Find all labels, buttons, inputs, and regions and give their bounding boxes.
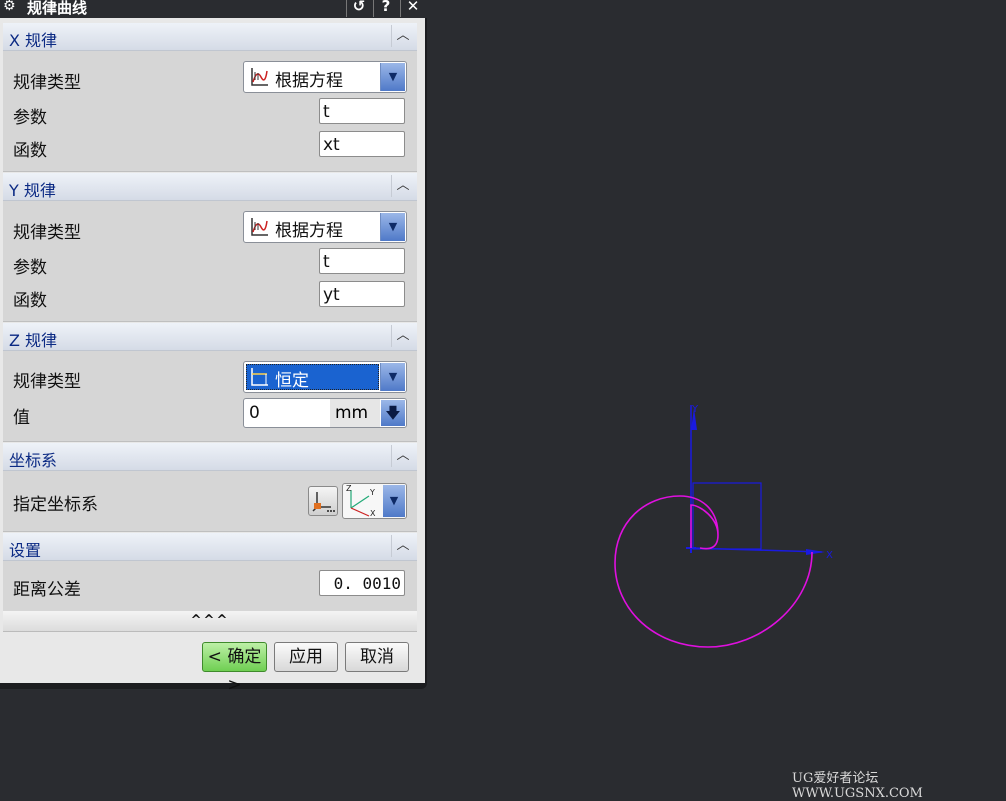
x-law-type-label: 规律类型 <box>13 73 81 93</box>
csys-triad-icon: Z Y X <box>346 484 376 518</box>
chevron-down-icon[interactable]: ▼ <box>380 63 405 91</box>
constant-law-icon <box>251 368 268 386</box>
section-z-law-header[interactable]: Z 规律 ︿ <box>3 323 417 351</box>
x-axis-label: X <box>826 550 833 561</box>
chevron-down-icon[interactable]: ▼ <box>380 213 405 241</box>
distance-tolerance-label: 距离公差 <box>13 580 81 600</box>
collapse-chevron-icon[interactable]: ︿ <box>391 25 414 47</box>
chevron-down-icon[interactable]: ▼ <box>380 363 405 391</box>
collapse-chevron-icon[interactable]: ︿ <box>391 325 414 347</box>
section-z-law-title: Z 规律 <box>9 331 58 350</box>
x-param-label: 参数 <box>13 108 47 128</box>
section-csys-header[interactable]: 坐标系 ︿ <box>3 443 417 471</box>
section-settings-title: 设置 <box>9 541 42 560</box>
section-settings-header[interactable]: 设置 ︿ <box>3 533 417 561</box>
section-y-law-body: 规律类型 根据方程 ▼ 参数 t 函数 yt <box>3 201 417 322</box>
section-csys-body: 指定坐标系 Z Y X ▼ <box>3 471 417 532</box>
z-value-label: 值 <box>13 408 30 428</box>
close-button[interactable]: ✕ <box>400 0 425 17</box>
section-csys-title: 坐标系 <box>9 451 58 470</box>
x-law-type-value: 根据方程 <box>275 71 343 91</box>
equation-law-icon <box>251 218 268 236</box>
ok-button[interactable]: < 确定 > <box>202 642 267 695</box>
z-law-type-label: 规律类型 <box>13 372 81 392</box>
x-func-input[interactable]: xt <box>319 131 405 157</box>
x-func-label: 函数 <box>13 141 47 161</box>
y-law-type-value: 根据方程 <box>275 221 343 241</box>
gear-icon[interactable]: ⚙ <box>3 0 16 14</box>
collapse-chevron-icon[interactable]: ︿ <box>391 445 414 467</box>
section-y-law-title: Y 规律 <box>9 181 56 200</box>
section-x-law-body: 规律类型 根据方程 ▼ 参数 t 函数 xt <box>3 51 417 172</box>
z-value-field[interactable]: 0 mm 🡇 <box>243 398 407 428</box>
y-func-input[interactable]: yt <box>319 281 405 307</box>
reset-button[interactable]: ↺ <box>346 0 371 17</box>
svg-text:Y: Y <box>369 488 375 497</box>
y-param-input[interactable]: t <box>319 248 405 274</box>
csys-dialog-icon <box>312 492 335 512</box>
x-law-type-select[interactable]: 根据方程 ▼ <box>243 61 407 93</box>
chevron-down-icon[interactable]: ▼ <box>383 485 405 517</box>
z-law-type-value: 恒定 <box>275 371 309 391</box>
y-law-type-select[interactable]: 根据方程 ▼ <box>243 211 407 243</box>
z-value-input[interactable]: 0 <box>249 403 260 423</box>
csys-plane-box <box>692 482 762 550</box>
help-button[interactable]: ? <box>373 0 398 17</box>
y-func-label: 函数 <box>13 291 47 311</box>
dialog-body: X 规律 ︿ 规律类型 根据方程 ▼ 参数 t 函数 xt Y 规律 ︿ 规律类… <box>0 18 425 695</box>
watermark-text: UG爱好者论坛 WWW.UGSNX.COM <box>792 771 923 801</box>
svg-text:X: X <box>370 509 376 518</box>
section-y-law-header[interactable]: Y 规律 ︿ <box>3 173 417 201</box>
csys-dialog-button[interactable] <box>308 486 338 516</box>
csys-triad: Y X <box>686 404 833 561</box>
csys-select[interactable]: Z Y X ▼ <box>342 483 407 519</box>
law-spiral-curve[interactable] <box>614 495 813 648</box>
z-law-type-select[interactable]: 恒定 ▼ <box>243 361 407 393</box>
x-param-input[interactable]: t <box>319 98 405 124</box>
specify-csys-label: 指定坐标系 <box>13 495 98 515</box>
section-settings-body: 距离公差 0. 0010 <box>3 561 417 612</box>
equation-law-icon <box>251 68 268 86</box>
dialog-title: 规律曲线 <box>27 0 88 17</box>
collapse-chevron-icon[interactable]: ︿ <box>391 535 414 557</box>
y-law-type-label: 规律类型 <box>13 223 81 243</box>
dialog-titlebar: ⚙ 规律曲线 ↺ ? ✕ <box>0 0 427 18</box>
graphics-viewport[interactable]: Y X <box>430 0 1006 760</box>
show-more-expander[interactable]: ^^^ <box>3 611 417 632</box>
apply-button[interactable]: 应用 <box>274 642 338 672</box>
section-x-law-title: X 规律 <box>9 31 58 50</box>
y-axis-label: Y <box>691 404 699 415</box>
collapse-chevron-icon[interactable]: ︿ <box>391 175 414 197</box>
arrow-down-icon[interactable]: 🡇 <box>381 400 405 426</box>
x-axis-arrow-icon <box>806 549 825 555</box>
svg-text:Z: Z <box>346 484 352 493</box>
section-x-law-header[interactable]: X 规律 ︿ <box>3 23 417 51</box>
z-unit-label[interactable]: mm <box>330 399 380 427</box>
cancel-button[interactable]: 取消 <box>345 642 409 672</box>
law-curve-dialog: ⚙ 规律曲线 ↺ ? ✕ X 规律 ︿ 规律类型 根据方程 ▼ 参数 t 函数 <box>0 0 427 695</box>
distance-tolerance-input[interactable]: 0. 0010 <box>319 570 405 596</box>
y-param-label: 参数 <box>13 258 47 278</box>
section-z-law-body: 规律类型 恒定 ▼ 值 0 mm 🡇 <box>3 351 417 442</box>
